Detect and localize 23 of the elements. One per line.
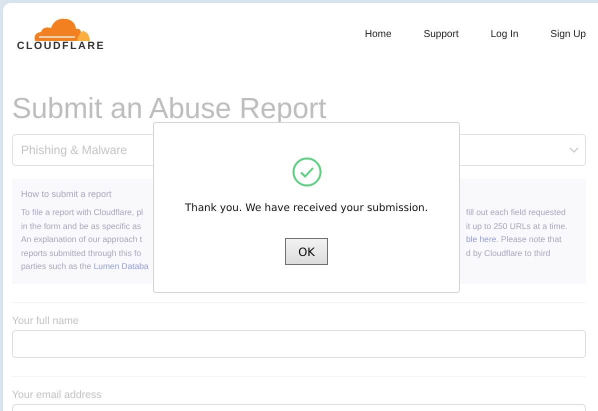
field-label: Your full name (12, 315, 80, 327)
nav-link[interactable]: Sign Up (550, 28, 586, 40)
info-text: reports submitted through this fo (21, 248, 142, 258)
input-field[interactable] (12, 330, 586, 358)
dialog-message: Thank you. We have received your submission. (185, 202, 428, 214)
info-text: . Please note that (496, 234, 562, 244)
logo-text: CLOUDFLARE (16, 40, 106, 52)
info-text: To file a report with Cloudflare, pl (21, 207, 143, 217)
nav-link[interactable]: Home (364, 28, 392, 40)
field-label: Your email address (12, 389, 102, 401)
info-text: it up to 250 URLs at a time. (466, 220, 568, 230)
info-text: in the form and be as specific as (21, 220, 142, 230)
info-heading: How to submit a report (21, 189, 113, 199)
info-text: An explanation of our approach t (21, 234, 142, 244)
info-text: d by Cloudflare to third (466, 248, 550, 258)
page-title: Submit an Abuse Report (12, 94, 328, 124)
ok-button[interactable]: OK (285, 238, 328, 265)
nav-link[interactable]: Support (424, 28, 459, 40)
info-text: fill out each field requested (466, 207, 566, 217)
chevron-down-icon (569, 147, 579, 153)
info-text: parties such as the (21, 261, 92, 271)
nav-link[interactable]: Log In (490, 28, 518, 40)
check-circle-icon (292, 157, 322, 187)
